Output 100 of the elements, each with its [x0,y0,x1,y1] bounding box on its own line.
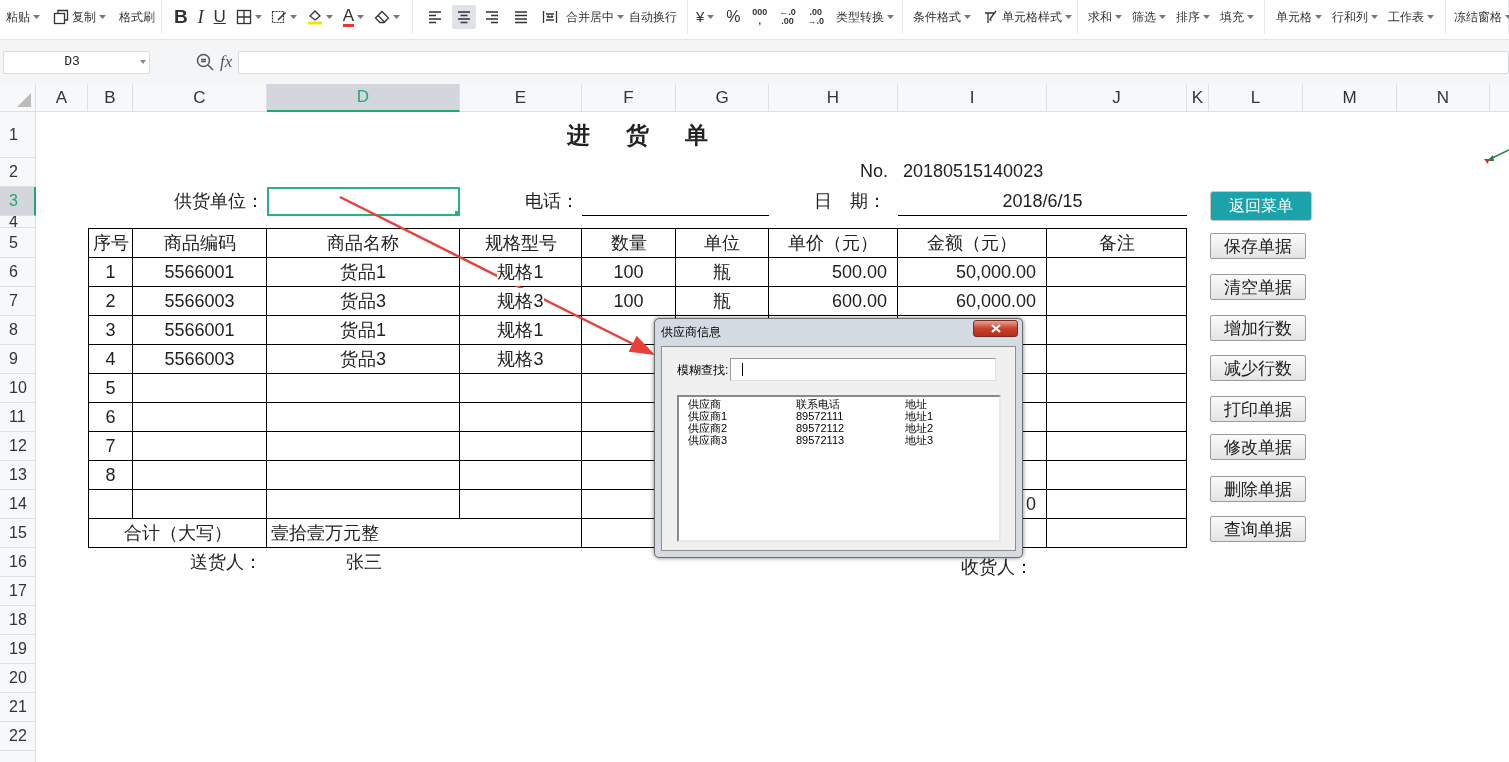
cell-format-icon [271,9,288,25]
table-cell: 6 [88,403,133,432]
toolbar-button[interactable]: 条件格式 [913,8,971,26]
row-header[interactable]: 2 [0,158,36,187]
toolbar-button[interactable]: 求和 [1088,8,1122,26]
row-header[interactable]: 12 [0,432,36,461]
fill-color-button[interactable] [307,9,334,25]
underline-button[interactable]: U [213,4,226,30]
column-header[interactable]: G [676,84,769,112]
column-header[interactable]: B [88,84,133,112]
function-button[interactable]: fx [220,49,233,75]
form-button[interactable]: 修改单据 [1210,434,1306,460]
toolbar-button[interactable]: 类型转换 [835,8,894,26]
form-button[interactable]: 打印单据 [1210,396,1306,422]
field-label: 供货单位： [173,190,265,213]
list-cell-text: 地址3 [905,434,935,446]
table-cell: 瓶 [676,258,769,287]
toolbar-button[interactable]: 行和列 [1332,8,1378,26]
row-header[interactable]: 4 [0,216,36,228]
form-button[interactable]: 增加行数 [1210,315,1306,341]
column-header[interactable]: C [133,84,267,112]
number-format-button[interactable]: .00 →.0 [807,8,825,26]
toolbar-button[interactable]: 单元格 [1276,8,1322,26]
column-header[interactable]: K [1187,84,1209,112]
borders-button[interactable] [235,9,262,25]
row-header[interactable]: 5 [0,228,36,258]
row-header[interactable]: 21 [0,693,36,722]
toolbar-button[interactable]: 粘贴 [6,8,40,26]
row-header[interactable]: 13 [0,461,36,490]
zoom-icon[interactable] [196,53,214,71]
toolbar-button[interactable]: 工作表 [1388,8,1434,26]
table-cell: 60,000.00 [898,287,1047,316]
toolbar-button[interactable]: 冻结窗格 [1454,8,1509,26]
form-button[interactable]: 删除单据 [1210,476,1306,502]
search-field[interactable] [730,358,997,381]
close-icon [990,324,1001,333]
column-header[interactable]: J [1047,84,1187,112]
align-center-button[interactable] [451,5,476,29]
list-box[interactable]: 供应商 联系电话 地址 供应商1 89572111 地址1 供应商2 89572112 地址2 供应商3 89572113 地址3 [677,395,1001,542]
row-header[interactable]: 9 [0,345,36,374]
close-button[interactable] [973,320,1018,337]
table-cell: 4 [88,345,133,374]
font-color-button[interactable]: A [342,7,365,27]
eraser-button[interactable] [373,9,400,25]
column-header[interactable]: A [36,84,88,112]
column-header[interactable]: N [1397,84,1490,112]
column-header[interactable]: I [898,84,1047,112]
name-box[interactable]: D3 [3,50,150,74]
bold-button[interactable]: B [174,2,188,32]
row-header[interactable]: 15 [0,519,36,548]
percent-button[interactable]: % [726,5,741,29]
row-header[interactable]: 11 [0,403,36,432]
brush-icon [983,9,999,25]
number-value: 20180515140023 [902,160,1045,183]
column-header[interactable]: H [769,84,898,112]
row-header[interactable]: 20 [0,664,36,693]
toolbar-button[interactable]: 单元格样式 [983,8,1072,26]
cell-format-button[interactable] [271,9,298,25]
form-button[interactable]: 保存单据 [1210,233,1306,259]
list-cell-text: 89572111 [796,410,845,422]
supplier-cell[interactable] [267,187,460,216]
italic-button[interactable]: I [197,2,204,32]
column-header[interactable]: M [1303,84,1397,112]
form-button[interactable]: 查询单据 [1210,516,1306,542]
toolbar-button[interactable]: 合并居中 [566,8,625,26]
row-header[interactable]: 10 [0,374,36,403]
align-center-icon [455,9,472,25]
toolbar-button[interactable]: 复制 [53,8,106,26]
row-header[interactable]: 8 [0,316,36,345]
form-button[interactable]: 减少行数 [1210,355,1306,381]
row-header[interactable]: 22 [0,722,36,751]
toolbar-button[interactable]: 排序 [1176,8,1210,26]
table-cell: 货品1 [267,316,460,345]
list-cell-text: 地址1 [905,410,935,422]
currency-button[interactable]: ¥ [696,5,715,29]
column-header[interactable]: L [1209,84,1303,112]
form-button[interactable]: 清空单据 [1210,274,1306,300]
formula-field[interactable] [238,50,1509,74]
toolbar-button[interactable]: 填充 [1220,8,1254,26]
row-header[interactable]: 6 [0,258,36,287]
row-header[interactable]: 16 [0,548,36,577]
column-header[interactable]: E [460,84,582,112]
row-header[interactable]: 17 [0,577,36,606]
row-header[interactable]: 1 [0,112,36,158]
align-right-icon [484,9,501,25]
toolbar-button[interactable]: 筛选 [1132,8,1166,26]
number-format-button[interactable]: 000 , [752,8,768,26]
toolbar-button[interactable]: 自动换行 [628,8,677,26]
row-header[interactable]: 7 [0,287,36,316]
row-header[interactable]: 19 [0,635,36,664]
date-field: 2018/6/15 [898,187,1187,216]
list-cell-text: 供应商2 [688,422,729,434]
row-header[interactable]: 18 [0,606,36,635]
toolbar-button[interactable]: 格式刷 [119,8,155,26]
row-header[interactable]: 14 [0,490,36,519]
list-cell-text: 供应商1 [688,410,729,422]
column-header[interactable]: F [582,84,676,112]
number-format-button[interactable]: ←.0 .00 [779,8,796,26]
list-cell-text: 89572112 [796,422,846,434]
table-cell: 500.00 [769,258,898,287]
